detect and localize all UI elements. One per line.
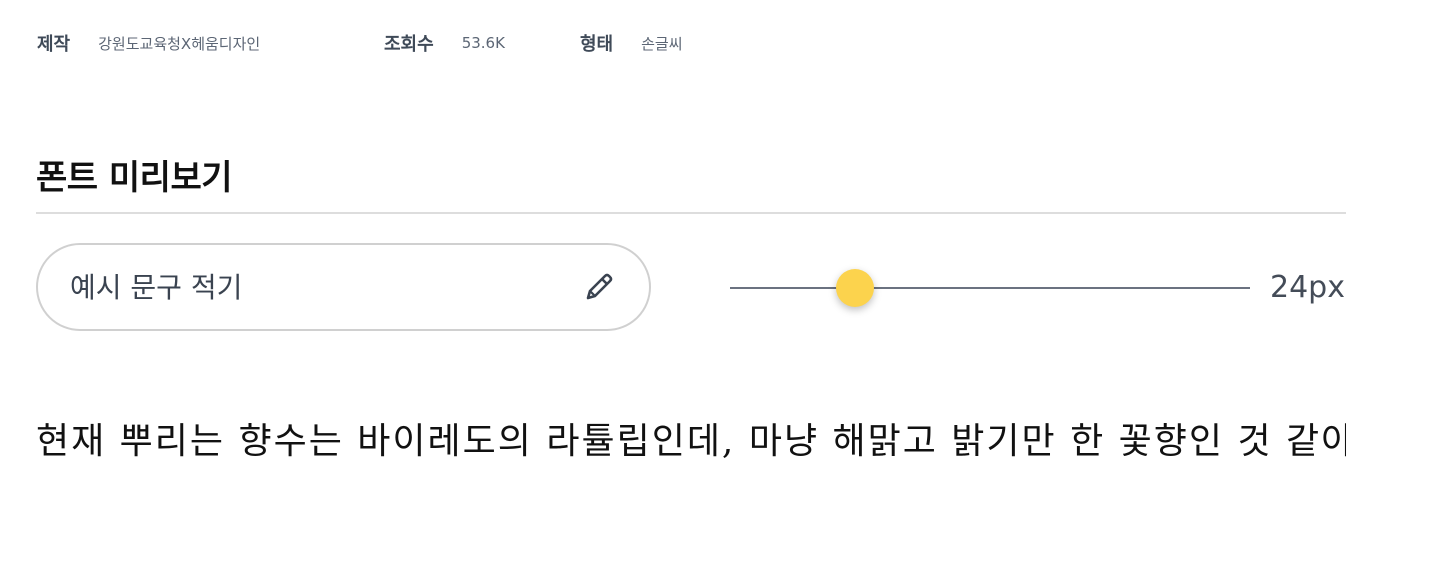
- section-divider: [36, 212, 1346, 214]
- maker-group: 제작 강원도교육청X헤움디자인: [37, 30, 384, 56]
- slider-track[interactable]: [730, 287, 1250, 289]
- font-meta-bar: 제작 강원도교육청X헤움디자인 조회수 53.6K 형태 손글씨: [37, 30, 683, 56]
- sample-text-input-wrapper[interactable]: [36, 243, 651, 331]
- maker-value: 강원도교육청X헤움디자인: [98, 34, 261, 53]
- type-group: 형태 손글씨: [580, 30, 683, 56]
- type-label: 형태: [580, 34, 614, 55]
- type-value: 손글씨: [641, 34, 683, 53]
- slider-thumb[interactable]: [835, 269, 874, 307]
- font-size-value: 24px: [1270, 270, 1345, 305]
- sample-text-input[interactable]: [68, 269, 579, 305]
- font-size-slider[interactable]: [730, 266, 1250, 310]
- views-value: 53.6K: [461, 34, 505, 52]
- views-label: 조회수: [384, 34, 434, 55]
- pencil-icon[interactable]: [579, 267, 619, 307]
- views-group: 조회수 53.6K: [384, 30, 580, 56]
- font-preview-text: 현재 뿌리는 향수는 바이레도의 라튤립인데, 마냥 해맑고 밝기만 한 꽃향인…: [36, 421, 1346, 462]
- maker-label: 제작: [37, 34, 71, 55]
- section-title: 폰트 미리보기: [36, 158, 233, 198]
